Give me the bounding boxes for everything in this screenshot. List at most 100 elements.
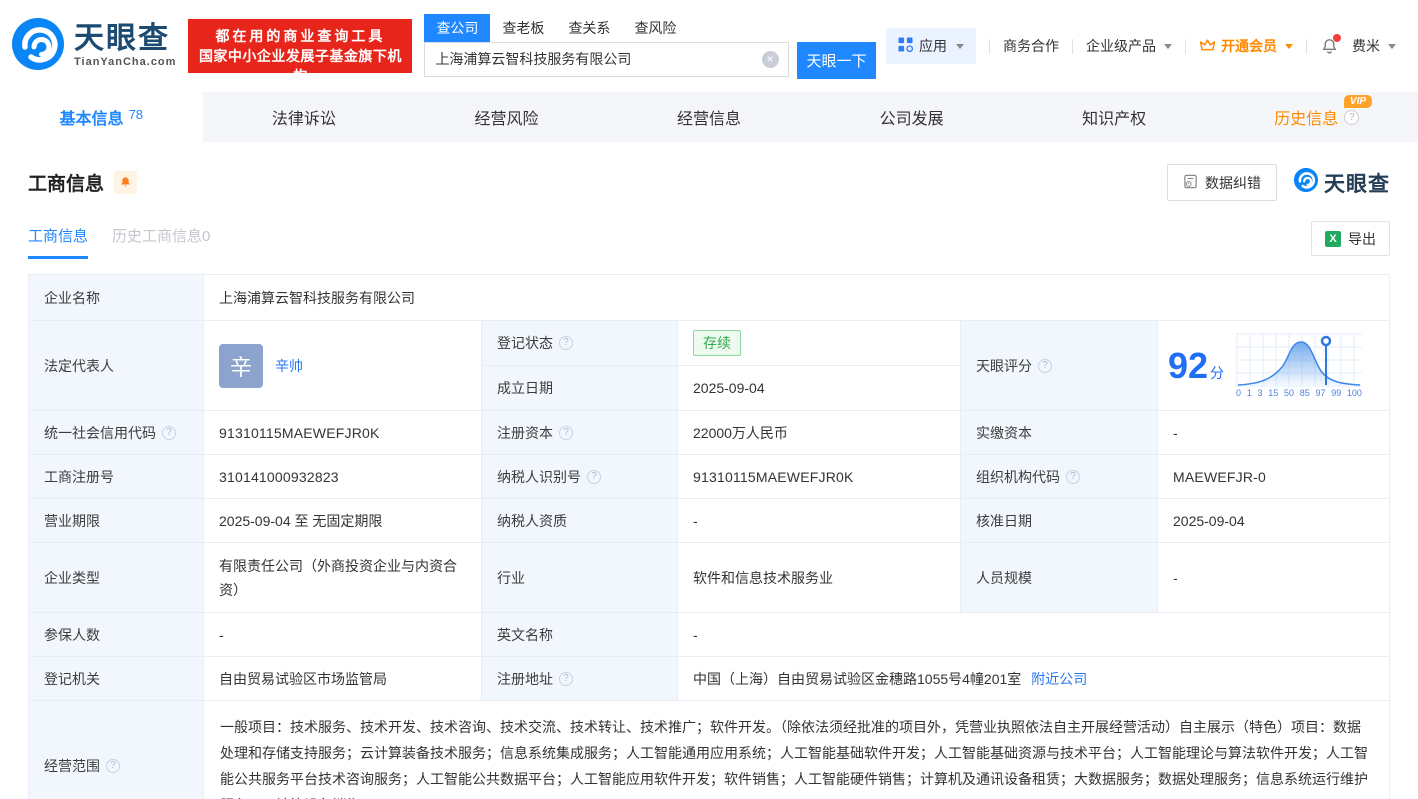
help-icon[interactable]: ? — [1344, 109, 1360, 125]
tab-legal-litigation[interactable]: 法律诉讼 — [203, 92, 406, 142]
vip-badge: VIP — [1343, 95, 1373, 108]
tianyancha-logo[interactable]: 天眼查 TianYanCha.com — [10, 16, 176, 77]
search-tab-relation[interactable]: 查关系 — [556, 14, 622, 42]
username-label: 费米 — [1352, 38, 1380, 54]
tab-operating-info[interactable]: 经营信息 — [608, 92, 811, 142]
excel-icon: X — [1325, 230, 1341, 247]
field-label: 核准日期 — [961, 499, 1158, 542]
field-label: 成立日期 — [482, 366, 678, 410]
help-icon[interactable]: ? — [559, 671, 573, 686]
nearby-companies-link[interactable]: 附近公司 — [1031, 669, 1087, 689]
paid-capital-value: - — [1173, 424, 1178, 441]
site-header: 天眼查 TianYanCha.com 都在用的商业查询工具 国家中小企业发展子基… — [0, 0, 1418, 92]
header-right: 应用 商务合作 企业级产品 开通会员 费米 — [886, 0, 1396, 92]
tab-label: 知识产权 — [1082, 111, 1147, 128]
reg-status-value: 存续 — [678, 321, 961, 365]
field-label: 登记状态? — [482, 321, 678, 365]
field-label: 英文名称 — [482, 613, 678, 656]
reg-address-value: 中国（上海）自由贸易试验区金穗路1055号4幢201室 附近公司 — [693, 669, 1088, 689]
subtab-business-info[interactable]: 工商信息 — [28, 225, 89, 259]
help-icon[interactable]: ? — [559, 336, 573, 350]
watermark-label: 天眼查 — [1324, 172, 1390, 196]
org-code-value: MAEWEFJR-0 — [1173, 468, 1266, 485]
correction-doc-icon — [1183, 174, 1198, 192]
approval-date-value: 2025-09-04 — [1173, 512, 1245, 529]
field-label: 参保人数 — [29, 613, 204, 656]
tab-label: 法律诉讼 — [271, 111, 336, 128]
brand-name: 天眼查 — [74, 22, 170, 55]
brand-domain: TianYanCha.com — [74, 56, 177, 68]
tianyancha-swirl-icon — [1293, 167, 1319, 198]
user-menu[interactable]: 费米 — [1352, 36, 1396, 56]
tab-label: 经营风险 — [474, 111, 539, 128]
slogan-line2: 国家中小企业发展子基金旗下机构 — [198, 48, 402, 84]
table-row: 企业名称 上海浦算云智科技服务有限公司 — [29, 275, 1389, 321]
field-label: 工商注册号 — [29, 455, 204, 498]
score-unit: 分 — [1210, 364, 1225, 381]
help-icon[interactable]: ? — [587, 469, 601, 484]
clear-icon[interactable]: × — [761, 50, 779, 68]
tab-basic-info[interactable]: 基本信息 78 — [0, 92, 203, 142]
cooperation-link[interactable]: 商务合作 — [1003, 36, 1059, 56]
export-button[interactable]: X 导出 — [1311, 221, 1390, 256]
tianyancha-swirl-icon — [10, 16, 66, 77]
staff-size-value: - — [1173, 569, 1178, 586]
field-label: 登记机关 — [29, 657, 204, 700]
tab-operating-risk[interactable]: 经营风险 — [405, 92, 608, 142]
tab-history-info[interactable]: VIP 历史信息 ? — [1215, 92, 1418, 142]
chevron-down-icon — [1285, 43, 1293, 49]
business-scope-value: 一般项目：技术服务、技术开发、技术咨询、技术交流、技术转让、技术推广；软件开发。… — [220, 719, 1368, 799]
field-label: 企业类型 — [29, 543, 204, 612]
business-term-value: 2025-09-04 至 无固定期限 — [204, 499, 482, 542]
export-label: 导出 — [1348, 230, 1376, 247]
field-label: 注册地址? — [482, 657, 678, 700]
establish-date-value: 2025-09-04 — [678, 366, 961, 410]
search-tab-company[interactable]: 查公司 — [424, 13, 491, 42]
apps-menu[interactable]: 应用 — [886, 28, 976, 64]
help-icon[interactable]: ? — [106, 759, 120, 773]
monitor-bell-icon[interactable] — [114, 171, 138, 194]
legal-rep-link[interactable]: 辛帅 — [275, 356, 303, 376]
chevron-down-icon — [956, 43, 964, 49]
help-icon[interactable]: ? — [162, 425, 176, 440]
english-name-value: - — [693, 626, 698, 643]
notification-dot — [1333, 33, 1341, 42]
field-label: 行业 — [482, 543, 678, 612]
reg-capital-value: 22000万人民币 — [678, 411, 961, 454]
field-label: 组织机构代码? — [961, 455, 1158, 498]
data-correction-button[interactable]: 数据纠错 — [1167, 164, 1277, 201]
help-icon[interactable]: ? — [1038, 358, 1052, 373]
taxpayer-id-value: 91310115MAEWEFJR0K — [678, 455, 961, 498]
field-label: 纳税人资质 — [482, 499, 678, 542]
tab-company-development[interactable]: 公司发展 — [810, 92, 1013, 142]
table-row: 法定代表人 辛 辛帅 登记状态? 存续 成立日期 2025-09-04 天眼评分… — [29, 321, 1389, 411]
search-tab-risk[interactable]: 查风险 — [622, 14, 688, 42]
reg-number-value: 310141000932823 — [204, 455, 482, 498]
search-button[interactable]: 天眼一下 — [796, 41, 877, 79]
tab-intellectual-property[interactable]: 知识产权 — [1013, 92, 1216, 142]
notification-bell-icon[interactable] — [1320, 33, 1341, 56]
vip-upgrade-menu[interactable]: 开通会员 — [1199, 36, 1293, 56]
help-icon[interactable]: ? — [559, 425, 573, 440]
table-row: 参保人数 - 英文名称 - — [29, 613, 1389, 657]
tianyancha-watermark: 天眼查 — [1293, 167, 1390, 198]
industry-value: 软件和信息技术服务业 — [678, 543, 961, 612]
search-tab-boss[interactable]: 查老板 — [490, 14, 556, 42]
divider — [989, 38, 990, 54]
tab-label: 基本信息 — [59, 111, 124, 128]
field-label: 统一社会信用代码? — [29, 411, 204, 454]
company-name-value: 上海浦算云智科技服务有限公司 — [219, 289, 415, 306]
legal-rep-avatar[interactable]: 辛 — [219, 343, 263, 388]
search-input[interactable] — [424, 41, 789, 77]
tab-label: 经营信息 — [677, 111, 742, 128]
search-tabs: 查公司 查老板 查关系 查风险 — [424, 13, 876, 42]
table-row: 经营范围? 一般项目：技术服务、技术开发、技术咨询、技术交流、技术转让、技术推广… — [29, 701, 1389, 799]
apps-label: 应用 — [919, 38, 947, 54]
enterprise-products-menu[interactable]: 企业级产品 — [1086, 36, 1172, 56]
subtab-history-business-info[interactable]: 历史工商信息0 — [112, 225, 210, 259]
field-label: 企业名称 — [29, 275, 204, 320]
field-label: 天眼评分? — [961, 321, 1158, 410]
table-row: 企业类型 有限责任公司（外商投资企业与内资合资） 行业 软件和信息技术服务业 人… — [29, 543, 1389, 613]
company-type-value: 有限责任公司（外商投资企业与内资合资） — [204, 543, 482, 612]
help-icon[interactable]: ? — [1066, 469, 1080, 484]
